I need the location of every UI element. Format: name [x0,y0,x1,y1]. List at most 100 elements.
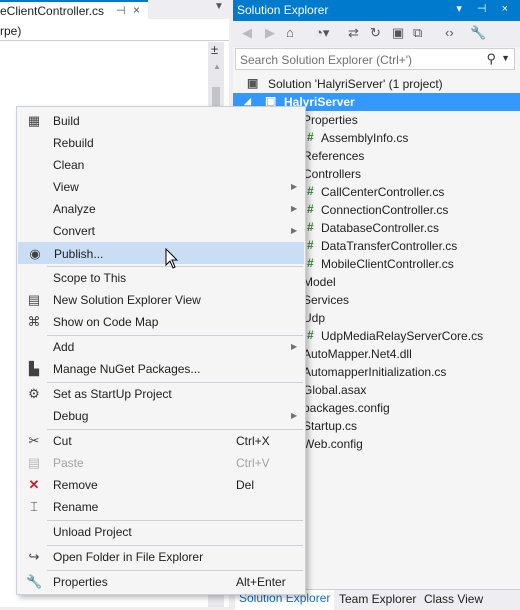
collapse-icon[interactable]: ▣ [392,25,404,41]
search-icon[interactable]: ⚲ [486,51,496,67]
nuget-icon: ▙ [29,361,39,376]
gear-icon: ⚙ [28,386,40,401]
search-dropdown-icon[interactable]: ▼ [501,53,510,63]
menu-shortcut: Del [236,478,255,492]
menu-item-show-on-code-map[interactable]: ⌘ Show on Code Map [18,311,304,333]
document-tab-title: eClientController.cs [0,4,105,18]
csharp-file-icon: # [307,130,314,144]
menu-item-build[interactable]: ▦ Build [18,110,304,132]
menu-item-rebuild[interactable]: Rebuild [18,132,304,154]
menu-item-label: Set as StartUp Project [53,387,172,401]
menu-item-scope-to-this[interactable]: Scope to This [18,267,304,289]
sync-icon[interactable]: ◔▾ [315,25,329,41]
forward-icon[interactable]: ▶ [265,25,275,41]
menu-item-clean[interactable]: Clean [18,154,304,176]
csharp-file-icon: # [307,256,314,270]
build-icon: ▦ [27,113,41,128]
menu-item-analyze[interactable]: Analyze ▶ [18,198,304,220]
menu-item-label: Manage NuGet Packages... [53,362,201,376]
csharp-file-icon: # [307,220,314,234]
swap-icon[interactable]: ⇄ [348,25,359,41]
open-folder-icon: ↪ [28,549,40,564]
wrench-icon: 🔧 [26,574,43,589]
menu-item-label: Analyze [53,202,96,216]
tree-item-label: References [303,149,365,163]
menu-item-view[interactable]: View ▶ [18,176,304,198]
type-dropdown-value: rpe) [0,24,22,38]
document-tab[interactable]: eClientController.cs ⊣ × [0,0,148,19]
copy-icon[interactable]: ⧉ [413,25,422,41]
close-icon[interactable]: × [133,3,140,17]
tree-item-label: Solution 'HalyriServer' (1 project) [268,77,443,91]
wrench-icon[interactable]: 🔧 [470,25,486,41]
menu-item-label: Debug [53,409,89,423]
code-icon[interactable]: ‹› [445,25,454,40]
menu-item-publish[interactable]: ◉ Publish... [18,242,304,264]
menu-item-paste[interactable]: ▤ Paste Ctrl+V [18,452,304,474]
submenu-arrow-icon: ▶ [291,411,298,420]
code-map-icon: ⌘ [27,314,41,329]
tree-item-label: packages.config [303,401,390,415]
tree-item-label: CallCenterController.cs [321,185,445,199]
menu-item-set-startup[interactable]: ⚙ Set as StartUp Project [18,383,304,405]
menu-item-cut[interactable]: ✂ Cut Ctrl+X [18,430,304,452]
menu-item-debug[interactable]: Debug ▶ [18,405,304,427]
tree-item-label: Global.asax [303,383,367,397]
csharp-file-icon: # [307,184,314,198]
menu-item-label: Scope to This [53,271,127,285]
menu-shortcut: Alt+Enter [236,575,286,589]
search-placeholder: Search Solution Explorer (Ctrl+') [240,53,413,67]
menu-item-label: Rebuild [53,136,94,150]
solution-icon: ▣ [247,76,259,90]
tab-dropdown-icon[interactable]: ▼ [214,1,224,12]
split-icon[interactable]: ± [211,42,218,57]
window-buttons[interactable]: ▾ ⊣ × [456,2,514,15]
menu-shortcut: Ctrl+V [236,456,270,470]
tab-team-explorer[interactable]: Team Explorer [339,592,416,606]
menu-item-open-folder[interactable]: ↪ Open Folder in File Explorer [18,546,304,568]
menu-item-unload-project[interactable]: Unload Project [18,521,304,543]
scroll-up-icon[interactable]: ▲ [213,62,221,71]
submenu-arrow-icon: ▶ [291,226,298,235]
paste-icon: ▤ [27,455,41,470]
tab-class-view[interactable]: Class View [424,592,483,606]
tree-item-label: AutomapperInitialization.cs [303,365,447,379]
type-dropdown[interactable]: rpe) [0,21,229,41]
menu-item-label: Paste [53,456,84,470]
solution-explorer-toolbar: ◀ ▶ ⌂ ◔▾ ⇄ ↻ ▣ ⧉ ‹› 🔧 [233,21,520,47]
menu-item-label: Rename [53,500,99,514]
menu-item-convert[interactable]: Convert ▶ [18,220,304,242]
tree-item[interactable]: ▣ Solution 'HalyriServer' (1 project) [233,75,520,93]
menu-item-label: Show on Code Map [53,315,159,329]
tree-item-label: DatabaseController.cs [321,221,440,235]
menu-item-properties[interactable]: 🔧 Properties Alt+Enter [18,571,304,593]
tree-item-label: Web.config [303,437,363,451]
menu-item-add[interactable]: Add ▶ [18,336,304,358]
remove-icon: ✕ [28,477,40,492]
tree-item-label: Services [303,293,350,307]
pin-icon[interactable]: ⊣ [116,4,126,17]
solution-explorer-title-bar[interactable]: Solution Explorer ▾ ⊣ × [233,0,520,21]
menu-item-label: Build [53,114,80,128]
menu-item-rename[interactable]: ⌶ Rename [18,496,304,518]
context-menu: ▦ Build Rebuild Clean View ▶ Analyze ▶ Conv… [16,106,306,595]
tree-item-label: Model [303,275,336,289]
menu-item-remove[interactable]: ✕ Remove Del [18,474,304,496]
home-icon[interactable]: ⌂ [286,25,294,40]
menu-item-label: Unload Project [53,525,132,539]
menu-item-label: Properties [53,575,108,589]
tree-item-label: ConnectionController.cs [321,203,449,217]
menu-item-label: Publish... [54,247,104,261]
solution-explorer-title: Solution Explorer [237,3,329,17]
refresh-icon[interactable]: ↻ [370,25,381,41]
solution-search-input[interactable]: Search Solution Explorer (Ctrl+') ⚲ ▼ [235,48,515,70]
menu-item-manage-nuget[interactable]: ▙ Manage NuGet Packages... [18,358,304,380]
menu-shortcut: Ctrl+X [236,434,270,448]
publish-icon: ◉ [29,246,41,261]
back-icon[interactable]: ◀ [242,25,252,41]
cut-icon: ✂ [28,433,40,448]
menu-item-label: Add [53,340,75,354]
submenu-arrow-icon: ▶ [291,182,298,191]
menu-item-new-solution-explorer-view[interactable]: ▤ New Solution Explorer View [18,289,304,311]
new-view-icon: ▤ [27,292,41,307]
